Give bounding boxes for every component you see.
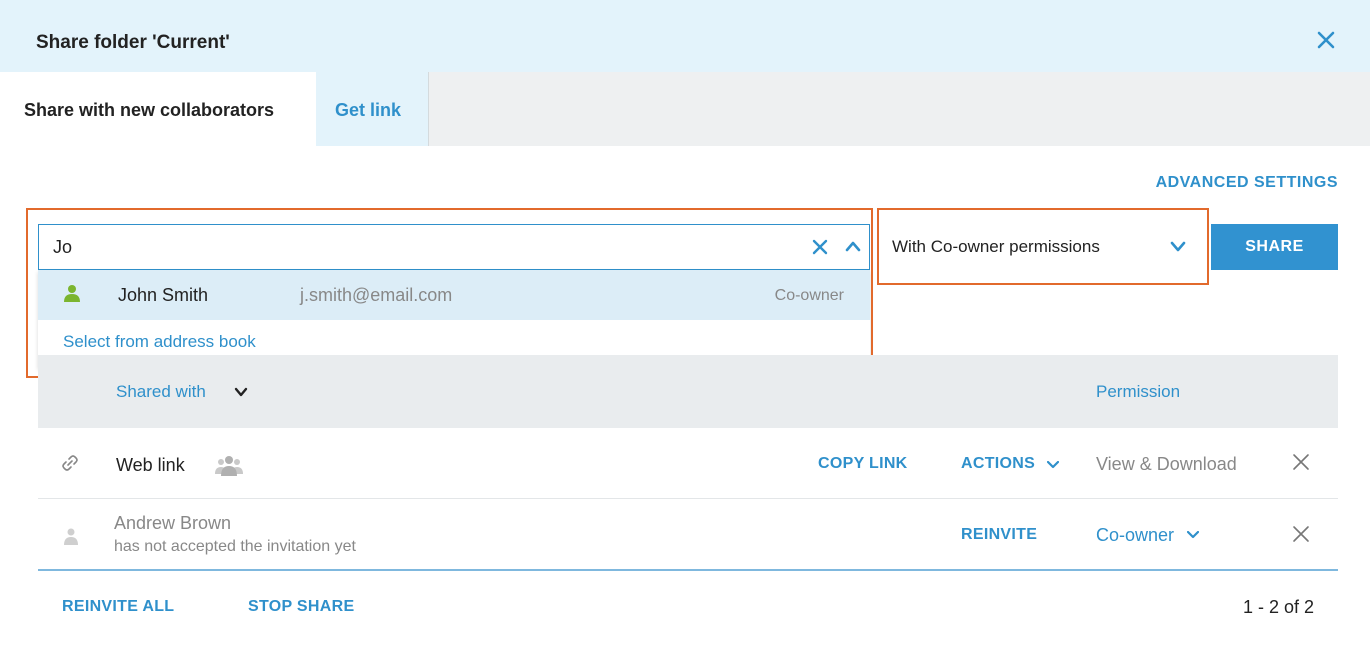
suggestion-role: Co-owner [774,287,844,304]
actions-dropdown[interactable]: ACTIONS [961,455,1035,473]
close-icon[interactable] [1314,28,1338,52]
collaborator-search-input[interactable] [53,235,793,259]
tab-label: Get link [335,100,402,120]
suggestions-dropdown: John Smith j.smith@email.com Co-owner Se… [38,270,870,368]
group-icon [215,456,243,476]
shared-with-column-header[interactable]: Shared with [116,382,206,402]
collaborator-permission-dropdown[interactable]: Co-owner [1096,525,1174,546]
remove-icon[interactable] [1292,525,1310,543]
suggestion-item-john-smith[interactable]: John Smith j.smith@email.com Co-owner [38,270,870,320]
person-icon [64,528,78,545]
chevron-down-icon[interactable] [1187,531,1199,539]
suggestion-email: j.smith@email.com [300,285,453,305]
stop-share-button[interactable]: STOP SHARE [248,598,354,616]
permission-column-header: Permission [1096,382,1181,401]
chevron-down-icon[interactable] [234,387,248,397]
web-link-permission: View & Download [1096,454,1237,474]
collaborator-status: has not accepted the invitation yet [114,538,356,555]
reinvite-all-button[interactable]: REINVITE ALL [62,598,174,616]
clear-icon[interactable] [811,238,829,256]
person-icon [64,285,80,302]
suggestion-name: John Smith [118,285,209,305]
remove-icon[interactable] [1292,453,1310,471]
tab-get-link[interactable]: Get link [316,72,429,146]
link-icon [62,455,78,471]
chevron-down-icon [1170,241,1186,252]
tab-share-with-new-collaborators[interactable]: Share with new collaborators [0,72,316,146]
share-folder-dialog: Share folder 'Current' Share with new co… [0,0,1370,666]
collaborator-name: Andrew Brown [114,513,232,533]
tab-label: Share with new collaborators [24,100,275,120]
dialog-title: Share folder 'Current' [36,32,230,53]
permission-select-value: With Co-owner permissions [892,237,1100,256]
copy-link-button[interactable]: COPY LINK [818,455,908,473]
pagination-info: 1 - 2 of 2 [1242,597,1314,617]
share-button-label: SHARE [1245,238,1304,255]
reinvite-button[interactable]: REINVITE [961,526,1037,544]
chevron-up-icon[interactable] [845,240,861,252]
permission-select[interactable]: With Co-owner permissions [880,224,1206,270]
web-link-name: Web link [116,455,185,475]
select-from-address-book-link[interactable]: Select from address book [63,332,256,352]
advanced-settings-link[interactable]: ADVANCED SETTINGS [1156,174,1338,192]
share-button[interactable]: SHARE [1211,224,1338,270]
chevron-down-icon[interactable] [1047,461,1059,469]
collaborator-search-field[interactable] [38,224,870,270]
